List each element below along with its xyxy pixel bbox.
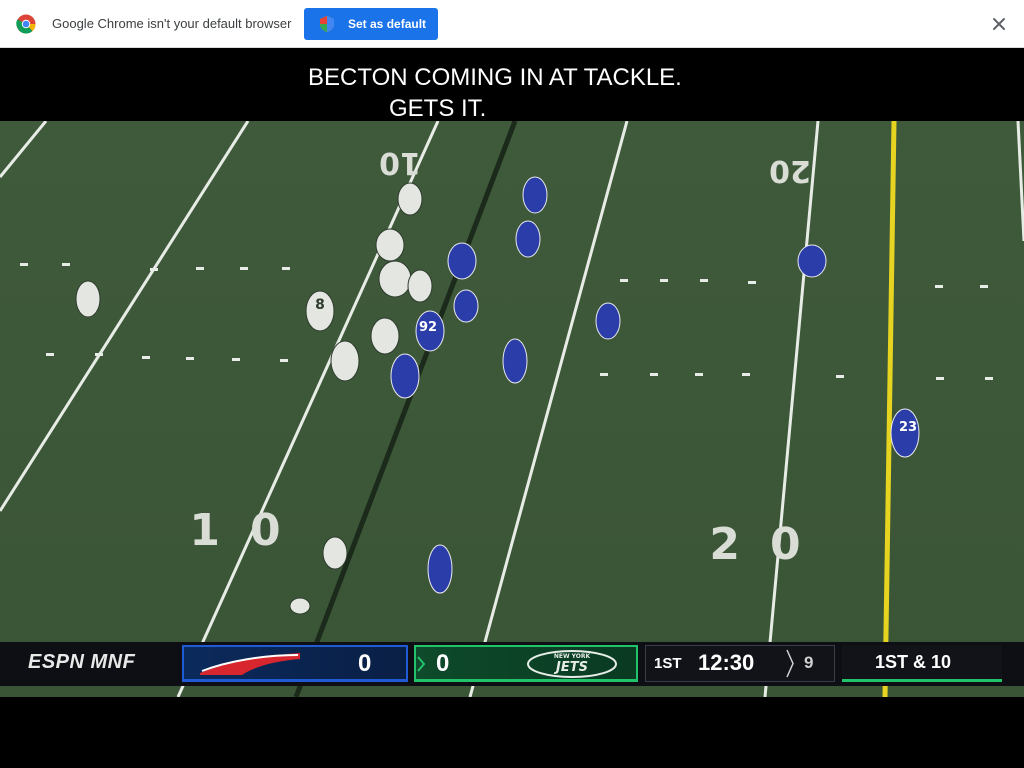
down-distance-box: 1ST & 10	[842, 645, 1002, 682]
divider-chevron-icon	[786, 649, 794, 678]
yard-number-near-20: 20	[709, 519, 830, 570]
scorebug: ESPN MNF 0 0 NEW YORK JETS 1ST 12:30 9 1…	[0, 642, 1024, 686]
game-clock-box: 1ST 12:30 9	[645, 645, 835, 682]
down-and-distance: 1ST & 10	[875, 652, 952, 672]
bills-logo-icon	[200, 653, 300, 675]
jets-logo-text: JETS	[553, 660, 588, 675]
infobar-message: Google Chrome isn't your default browser	[52, 16, 292, 31]
jets-logo-icon: NEW YORK JETS	[527, 650, 617, 678]
network-logo: ESPN MNF	[28, 651, 136, 673]
possession-arrow-icon	[417, 656, 426, 672]
yard-number-far-20: 20	[769, 153, 811, 188]
closed-caption-area: BECTON COMING IN AT TACKLE. GETS IT.	[0, 49, 1024, 124]
set-as-default-label: Set as default	[348, 17, 427, 31]
away-team-box: 0 NEW YORK JETS	[414, 645, 638, 682]
caption-line-2: GETS IT.	[383, 94, 493, 124]
close-icon[interactable]	[990, 15, 1008, 33]
away-score: 0	[436, 650, 450, 677]
default-browser-infobar: Google Chrome isn't your default browser…	[0, 0, 1024, 48]
home-score: 0	[358, 650, 372, 677]
play-clock: 9	[804, 653, 814, 672]
quarter: 1ST	[654, 655, 682, 672]
yard-number-near-10: 10	[189, 505, 310, 556]
set-as-default-button[interactable]: Set as default	[304, 8, 438, 40]
jets-logo-top-text: NEW YORK	[554, 653, 591, 660]
football-field: 10 20 10 20 8 92 23	[0, 121, 1024, 697]
player-number-23: 23	[899, 420, 917, 435]
yard-number-far-10a: 10	[379, 145, 421, 180]
caption-line-1: BECTON COMING IN AT TACKLE.	[302, 63, 688, 93]
player-number-8: 8	[315, 297, 325, 313]
chrome-logo-icon	[16, 14, 36, 34]
player-number-92: 92	[419, 320, 437, 335]
home-team-box: 0	[182, 645, 408, 682]
shield-icon	[320, 16, 334, 32]
video-player[interactable]: BECTON COMING IN AT TACKLE. GETS IT. 10 …	[0, 49, 1024, 697]
game-clock: 12:30	[698, 650, 755, 675]
